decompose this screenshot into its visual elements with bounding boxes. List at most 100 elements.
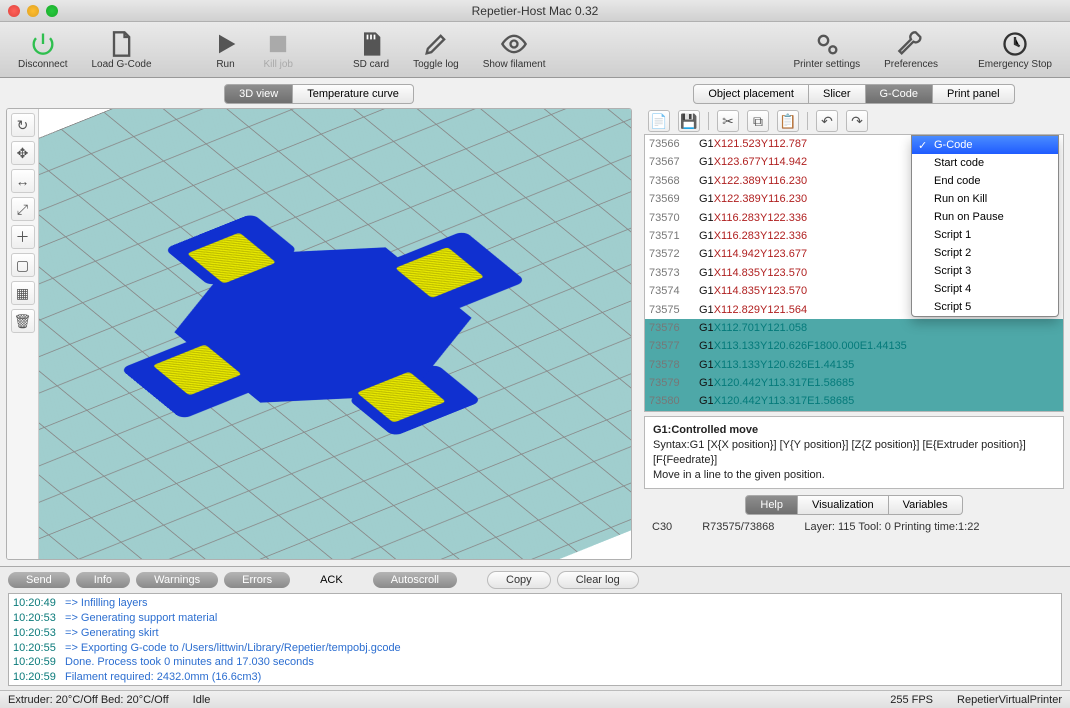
tab-help[interactable]: Help xyxy=(745,495,798,515)
left-tabs: 3D view Temperature curve xyxy=(6,84,632,104)
tab-gcode[interactable]: G-Code xyxy=(866,84,934,104)
rotate-button[interactable]: ✥ xyxy=(11,141,35,165)
dropdown-item[interactable]: Start code xyxy=(912,154,1058,172)
info-tabs: Help Visualization Variables xyxy=(644,495,1064,515)
send-button[interactable]: Send xyxy=(8,572,70,588)
clear-log-button[interactable]: Clear log xyxy=(557,571,639,589)
printer-settings-button[interactable]: Printer settings xyxy=(783,28,870,72)
kill-button[interactable]: Kill job xyxy=(254,28,303,72)
file-icon xyxy=(107,30,135,58)
fit-button[interactable]: ▢ xyxy=(11,253,35,277)
main-area: 3D view Temperature curve ↻ ✥ ↔ ⤢ ＋ ▢ ▦ … xyxy=(0,78,1070,566)
code-line[interactable]: 73577G1 X113.133 Y120.626 F1800.000 E1.4… xyxy=(645,337,1063,355)
status-line: R73575/73868 xyxy=(702,521,774,533)
view-toolbar: ↻ ✥ ↔ ⤢ ＋ ▢ ▦ 🗑 xyxy=(7,109,39,559)
log-line: 10:20:53 => Generating support material xyxy=(13,611,1057,626)
info-button[interactable]: Info xyxy=(76,572,130,588)
undo-button[interactable]: ↶ xyxy=(816,110,838,132)
log-output[interactable]: 10:20:49 => Infilling layers10:20:53 => … xyxy=(8,593,1062,686)
toggle-log-button[interactable]: Toggle log xyxy=(403,28,469,72)
emergency-stop-button[interactable]: Emergency Stop xyxy=(968,28,1062,72)
reset-view-button[interactable]: ↻ xyxy=(11,113,35,137)
dropdown-item[interactable]: Run on Kill xyxy=(912,190,1058,208)
tab-temperature[interactable]: Temperature curve xyxy=(293,84,414,104)
log-line: 10:20:55 => Exporting G-code to /Users/l… xyxy=(13,641,1057,656)
help-title: G1:Controlled move xyxy=(653,424,758,436)
help-syntax: Syntax:G1 [X{X position}] [Y{Y position}… xyxy=(653,439,1026,466)
tab-variables[interactable]: Variables xyxy=(889,495,963,515)
script-dropdown[interactable]: G-Code Start codeEnd codeRun on KillRun … xyxy=(911,135,1059,317)
log-buttons: Send Info Warnings Errors ACK Autoscroll… xyxy=(0,567,1070,593)
code-toolbar: 📄 💾 ✂ ⧉ 📋 ↶ ↷ xyxy=(644,108,1064,134)
new-file-button[interactable]: 📄 xyxy=(648,110,670,132)
dropdown-item[interactable]: Script 2 xyxy=(912,244,1058,262)
code-line[interactable]: 73578G1 X113.133 Y120.626 E1.44135 xyxy=(645,356,1063,374)
dropdown-item[interactable]: Script 5 xyxy=(912,298,1058,316)
close-icon[interactable] xyxy=(8,5,20,17)
status-fps: 255 FPS xyxy=(890,694,933,706)
warnings-button[interactable]: Warnings xyxy=(136,572,218,588)
zoom-icon[interactable] xyxy=(46,5,58,17)
paste-button[interactable]: 📋 xyxy=(777,110,799,132)
eye-icon xyxy=(500,30,528,58)
status-layer: Layer: 115 Tool: 0 Printing time:1:22 xyxy=(804,521,979,533)
status-printer: RepetierVirtualPrinter xyxy=(957,694,1062,706)
window-controls xyxy=(8,5,58,17)
power-icon xyxy=(29,30,57,58)
view3d-box: ↻ ✥ ↔ ⤢ ＋ ▢ ▦ 🗑 xyxy=(6,108,632,560)
pencil-icon xyxy=(422,30,450,58)
tab-visualization[interactable]: Visualization xyxy=(798,495,889,515)
pan-button[interactable]: ⤢ xyxy=(11,197,35,221)
tab-objectplacement[interactable]: Object placement xyxy=(693,84,809,104)
code-line[interactable]: 73579G1 X120.442 Y113.317 E1.58685 xyxy=(645,374,1063,392)
code-line[interactable]: 73581G1 X121.058 Y112.701 E1.60837 xyxy=(645,411,1063,412)
status-c: C30 xyxy=(652,521,672,533)
save-button[interactable]: 💾 xyxy=(678,110,700,132)
dropdown-item[interactable]: Script 4 xyxy=(912,280,1058,298)
cut-button[interactable]: ✂ xyxy=(717,110,739,132)
tab-3dview[interactable]: 3D view xyxy=(224,84,293,104)
dropdown-selected[interactable]: G-Code xyxy=(912,136,1058,154)
tab-printpanel[interactable]: Print panel xyxy=(933,84,1015,104)
gears-icon xyxy=(813,30,841,58)
preferences-button[interactable]: Preferences xyxy=(874,28,948,72)
window-title: Repetier-Host Mac 0.32 xyxy=(0,4,1070,18)
log-line: 10:20:53 => Generating skirt xyxy=(13,626,1057,641)
minimize-icon[interactable] xyxy=(27,5,39,17)
stop-icon xyxy=(264,30,292,58)
delete-button[interactable]: 🗑 xyxy=(11,309,35,333)
gcode-editor[interactable]: G-Code Start codeEnd codeRun on KillRun … xyxy=(644,134,1064,412)
log-line: 10:20:59 Filament required: 2432.0mm (16… xyxy=(13,670,1057,685)
redo-button[interactable]: ↷ xyxy=(846,110,868,132)
canvas-3d[interactable] xyxy=(39,109,631,559)
left-pane: 3D view Temperature curve ↻ ✥ ↔ ⤢ ＋ ▢ ▦ … xyxy=(0,78,638,566)
play-icon xyxy=(212,30,240,58)
code-line[interactable]: 73576G1 X112.701 Y121.058 xyxy=(645,319,1063,337)
load-gcode-button[interactable]: Load G-Code xyxy=(81,28,161,72)
tab-slicer[interactable]: Slicer xyxy=(809,84,866,104)
ack-label: ACK xyxy=(320,574,343,586)
sdcard-icon xyxy=(357,30,385,58)
sd-button[interactable]: SD card xyxy=(343,28,399,72)
copy-button[interactable]: ⧉ xyxy=(747,110,769,132)
zoom-in-button[interactable]: ＋ xyxy=(11,225,35,249)
dropdown-item[interactable]: End code xyxy=(912,172,1058,190)
statusbar: Extruder: 20°C/Off Bed: 20°C/Off Idle 25… xyxy=(0,690,1070,708)
copy-log-button[interactable]: Copy xyxy=(487,571,551,589)
autoscroll-button[interactable]: Autoscroll xyxy=(373,572,457,588)
dropdown-item[interactable]: Script 3 xyxy=(912,262,1058,280)
dropdown-item[interactable]: Script 1 xyxy=(912,226,1058,244)
show-filament-button[interactable]: Show filament xyxy=(473,28,556,72)
move-button[interactable]: ↔ xyxy=(11,169,35,193)
right-tabs: Object placement Slicer G-Code Print pan… xyxy=(644,84,1064,104)
code-line[interactable]: 73580G1 X120.442 Y113.317 E1.58685 xyxy=(645,392,1063,410)
main-toolbar: Disconnect Load G-Code Run Kill job SD c… xyxy=(0,22,1070,78)
errors-button[interactable]: Errors xyxy=(224,572,290,588)
run-button[interactable]: Run xyxy=(202,28,250,72)
disconnect-button[interactable]: Disconnect xyxy=(8,28,77,72)
right-pane: Object placement Slicer G-Code Print pan… xyxy=(638,78,1070,566)
dropdown-item[interactable]: Run on Pause xyxy=(912,208,1058,226)
grid-button[interactable]: ▦ xyxy=(11,281,35,305)
help-desc: Move in a line to the given position. xyxy=(653,469,825,481)
estop-icon xyxy=(1001,30,1029,58)
